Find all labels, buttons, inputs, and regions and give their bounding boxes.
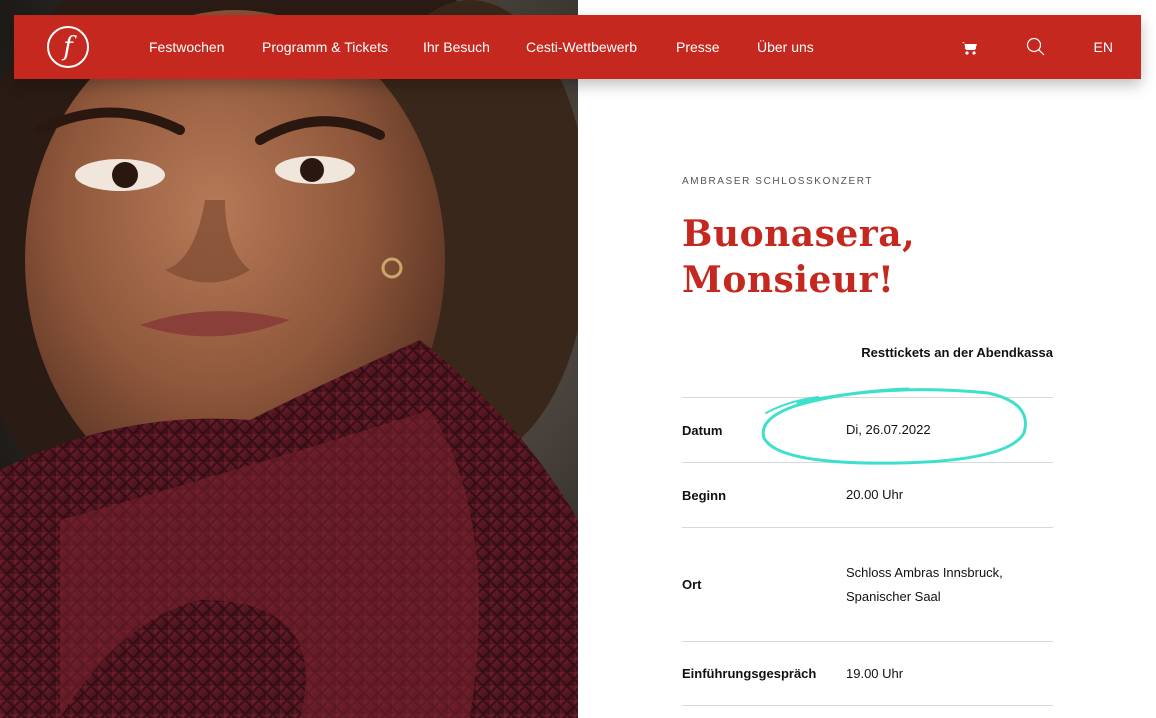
nav-festwochen[interactable]: Festwochen [149, 39, 224, 55]
detail-row-datum: Datum Di, 26.07.2022 [682, 397, 1053, 462]
venue-line1: Schloss Ambras Innsbruck, [846, 564, 1003, 580]
detail-row-einfuehrung: Einführungsgespräch 19.00 Uhr [682, 641, 1053, 706]
event-title-line1: Buonasera, [682, 213, 916, 255]
detail-label: Ort [682, 577, 702, 592]
event-title-line2: Monsieur! [682, 259, 895, 301]
language-switch[interactable]: EN [1094, 39, 1113, 55]
hero-portrait-photo [0, 0, 578, 718]
detail-label: Beginn [682, 487, 727, 503]
cart-icon[interactable] [958, 35, 982, 59]
search-icon[interactable] [1024, 35, 1048, 59]
event-details-table: Datum Di, 26.07.2022 Beginn 20.00 Uhr Or… [682, 397, 1053, 706]
venue-line2: Spanischer Saal [846, 588, 941, 604]
detail-value-time: 20.00 Uhr [846, 487, 904, 502]
nav-ueber-uns[interactable]: Über uns [757, 39, 814, 55]
nav-presse[interactable]: Presse [676, 39, 720, 55]
event-title: Buonasera, Monsieur! [682, 211, 1053, 303]
nav-cesti-wettbewerb[interactable]: Cesti-Wettbewerb [526, 39, 637, 55]
ticket-availability: Resttickets an der Abendkassa [861, 345, 1053, 360]
detail-label: Datum [682, 422, 723, 438]
top-navigation-bar: f Festwochen Programm & Tickets Ihr Besu… [14, 15, 1141, 79]
detail-value-intro-time: 19.00 Uhr [846, 665, 904, 681]
festival-logo[interactable]: f [47, 26, 89, 68]
detail-row-beginn: Beginn 20.00 Uhr [682, 462, 1053, 527]
detail-value-venue: Schloss Ambras Innsbruck, Spanischer Saa… [846, 561, 1003, 609]
event-category: AMBRASER SCHLOSSKONZERT [682, 176, 874, 187]
nav-programm-tickets[interactable]: Programm & Tickets [262, 39, 388, 55]
detail-label: Einführungsgespräch [682, 666, 817, 681]
detail-value-date: Di, 26.07.2022 [846, 422, 931, 437]
nav-ihr-besuch[interactable]: Ihr Besuch [423, 39, 490, 55]
detail-row-ort: Ort Schloss Ambras Innsbruck, Spanischer… [682, 527, 1053, 641]
